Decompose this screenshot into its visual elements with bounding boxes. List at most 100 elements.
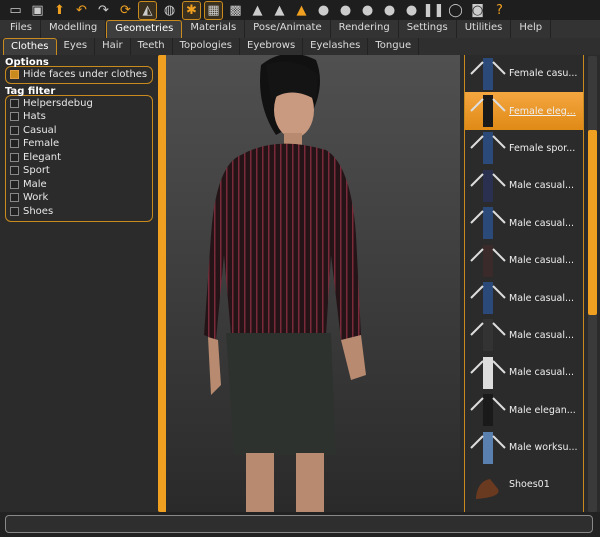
list-item[interactable]: Male casual...: [465, 167, 583, 204]
tag-label: Casual: [23, 124, 57, 136]
tag-filter-group: Helpersdebug Hats Casual Female Elegant …: [5, 94, 153, 222]
tab-utilities[interactable]: Utilities: [457, 20, 512, 38]
tab-eyelashes[interactable]: Eyelashes: [303, 38, 369, 55]
tab-teeth[interactable]: Teeth: [131, 38, 173, 55]
list-item-label: Male worksu...: [509, 442, 578, 454]
tag-label: Shoes: [23, 205, 54, 217]
tag-work-checkbox[interactable]: Work: [10, 191, 148, 205]
symmetry-icon[interactable]: ▲: [292, 1, 311, 20]
save-icon[interactable]: ▣: [28, 1, 47, 20]
checkbox-icon: [10, 98, 19, 108]
checkbox-icon: [10, 152, 19, 162]
list-item[interactable]: Male casual...: [465, 242, 583, 279]
tag-sport-checkbox[interactable]: Sport: [10, 164, 148, 178]
symmetry-right-icon[interactable]: ▲: [248, 1, 267, 20]
pose-icon[interactable]: ✱: [182, 1, 201, 20]
tag-label: Hats: [23, 111, 46, 123]
human-model: [204, 53, 366, 513]
tab-pose-animate[interactable]: Pose/Animate: [245, 20, 331, 38]
tab-modelling[interactable]: Modelling: [41, 20, 107, 38]
export-icon[interactable]: ⬆: [50, 1, 69, 20]
checkbox-icon: [10, 206, 19, 216]
help-icon[interactable]: ?: [490, 1, 509, 20]
list-item[interactable]: Shoes01: [465, 466, 583, 503]
tab-hair[interactable]: Hair: [95, 38, 131, 55]
redo-icon[interactable]: ↷: [94, 1, 113, 20]
tab-eyes[interactable]: Eyes: [57, 38, 96, 55]
screenshot-icon[interactable]: ◙: [468, 1, 487, 20]
tag-label: Male: [23, 178, 47, 190]
hide-faces-checkbox[interactable]: Hide faces under clothes: [10, 68, 148, 82]
front-view-icon[interactable]: ●: [314, 1, 333, 20]
tab-tongue[interactable]: Tongue: [368, 38, 420, 55]
tag-female-checkbox[interactable]: Female: [10, 137, 148, 151]
list-item-label: Male casual...: [509, 255, 575, 267]
top-view-icon[interactable]: ●: [402, 1, 421, 20]
reset-icon[interactable]: ⟳: [116, 1, 135, 20]
checkbox-icon: [10, 125, 19, 135]
checkbox-icon: [10, 193, 19, 203]
tag-label: Sport: [23, 165, 50, 177]
tab-clothes[interactable]: Clothes: [3, 38, 57, 55]
tag-casual-checkbox[interactable]: Casual: [10, 124, 148, 138]
left-panel: Options Hide faces under clothes Tag fil…: [0, 55, 157, 512]
symmetry-left-icon[interactable]: ▲: [270, 1, 289, 20]
list-item[interactable]: Female casu...: [465, 55, 583, 92]
tab-geometries[interactable]: Geometries: [106, 20, 183, 38]
list-item[interactable]: Male casual...: [465, 205, 583, 242]
tag-label: Helpersdebug: [23, 97, 93, 109]
clothing-thumbnail-icon: [467, 55, 509, 92]
hide-faces-label: Hide faces under clothes: [23, 69, 148, 81]
tag-male-checkbox[interactable]: Male: [10, 178, 148, 192]
grid-icon[interactable]: ▦: [204, 1, 223, 20]
tab-eyebrows[interactable]: Eyebrows: [240, 38, 304, 55]
tab-files[interactable]: Files: [2, 20, 41, 38]
clothing-thumbnail-icon: [467, 354, 509, 391]
list-item[interactable]: Male casual...: [465, 354, 583, 391]
list-item[interactable]: Female spor...: [465, 130, 583, 167]
list-item[interactable]: Male worksu...: [465, 429, 583, 466]
list-item[interactable]: Female eleg...: [465, 92, 583, 130]
list-item[interactable]: Male casual...: [465, 279, 583, 316]
list-item[interactable]: Male elegan...: [465, 392, 583, 429]
reset-camera-icon[interactable]: ◯: [446, 1, 465, 20]
tag-hats-checkbox[interactable]: Hats: [10, 110, 148, 124]
checker-icon[interactable]: ▩: [226, 1, 245, 20]
tag-elegant-checkbox[interactable]: Elegant: [10, 151, 148, 165]
right-view-icon[interactable]: ●: [380, 1, 399, 20]
tag-shoes-checkbox[interactable]: Shoes: [10, 205, 148, 219]
clothing-thumbnail-icon: [467, 93, 509, 130]
clothing-thumbnail-icon: [467, 242, 509, 279]
clothing-thumbnail-icon: [467, 429, 509, 466]
list-item-label: Male casual...: [509, 292, 575, 304]
checkbox-icon: [10, 139, 19, 149]
tab-settings[interactable]: Settings: [399, 20, 457, 38]
striped-jacket: [204, 143, 361, 340]
smooth-icon[interactable]: ◭: [138, 1, 157, 20]
tag-label: Female: [23, 138, 60, 150]
undo-icon[interactable]: ↶: [72, 1, 91, 20]
list-item-label: Male casual...: [509, 367, 575, 379]
tab-help[interactable]: Help: [511, 20, 552, 38]
back-view-icon[interactable]: ●: [336, 1, 355, 20]
tag-label: Work: [23, 192, 49, 204]
status-bar: [0, 512, 600, 537]
3d-viewport[interactable]: [166, 53, 460, 513]
tab-topologies[interactable]: Topologies: [173, 38, 241, 55]
list-item[interactable]: Male casual...: [465, 317, 583, 354]
bottom-view-icon[interactable]: ❚❚: [423, 1, 445, 20]
clothes-list: Female casu... Female eleg... Female spor.…: [464, 55, 584, 512]
skirt: [226, 333, 336, 455]
right-scrollbar-thumb[interactable]: [588, 130, 597, 315]
list-item-label: Male casual...: [509, 180, 575, 192]
main-tabs: Files Modelling Geometries Materials Pos…: [0, 20, 600, 38]
wireframe-icon[interactable]: ◍: [160, 1, 179, 20]
list-item-label: Male elegan...: [509, 404, 576, 416]
new-icon[interactable]: ▭: [6, 1, 25, 20]
tag-label: Elegant: [23, 151, 61, 163]
clothing-thumbnail-icon: [467, 317, 509, 354]
left-view-icon[interactable]: ●: [358, 1, 377, 20]
tab-rendering[interactable]: Rendering: [331, 20, 399, 38]
tag-helpersdebug-checkbox[interactable]: Helpersdebug: [10, 97, 148, 111]
tab-materials[interactable]: Materials: [182, 20, 246, 38]
